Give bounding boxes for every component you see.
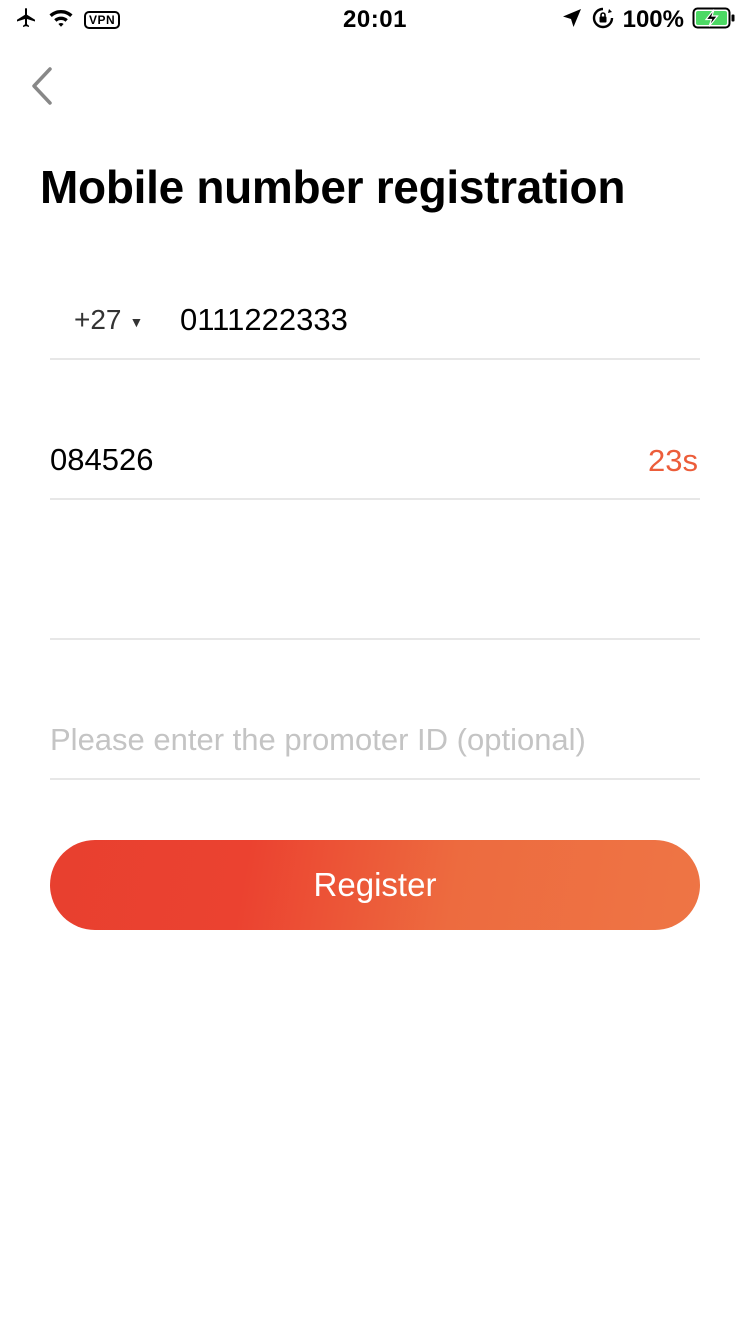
password-input[interactable] — [50, 578, 650, 622]
location-icon — [561, 7, 583, 34]
status-right-group: 100% — [561, 6, 736, 34]
promoter-id-input[interactable] — [50, 718, 700, 762]
chevron-left-icon — [30, 66, 54, 111]
promoter-row — [50, 680, 700, 780]
verification-code-row: 23s — [50, 400, 700, 500]
resend-countdown[interactable]: 23s — [648, 443, 698, 479]
phone-row: +27 ▼ — [50, 260, 700, 360]
back-button[interactable] — [22, 66, 62, 110]
caret-down-icon: ▼ — [129, 313, 144, 330]
status-bar: VPN 20:01 100% — [0, 0, 750, 40]
country-code-label: +27 — [74, 304, 122, 335]
phone-number-input[interactable] — [180, 298, 680, 342]
country-code-selector[interactable]: +27 ▼ — [74, 304, 143, 336]
password-row — [50, 540, 700, 640]
page-title: Mobile number registration — [40, 161, 626, 213]
orientation-lock-icon — [591, 6, 615, 35]
battery-percent: 100% — [622, 6, 684, 33]
verification-code-input[interactable] — [50, 438, 550, 482]
register-button[interactable]: Register — [50, 840, 700, 930]
battery-charging-icon — [692, 6, 736, 35]
